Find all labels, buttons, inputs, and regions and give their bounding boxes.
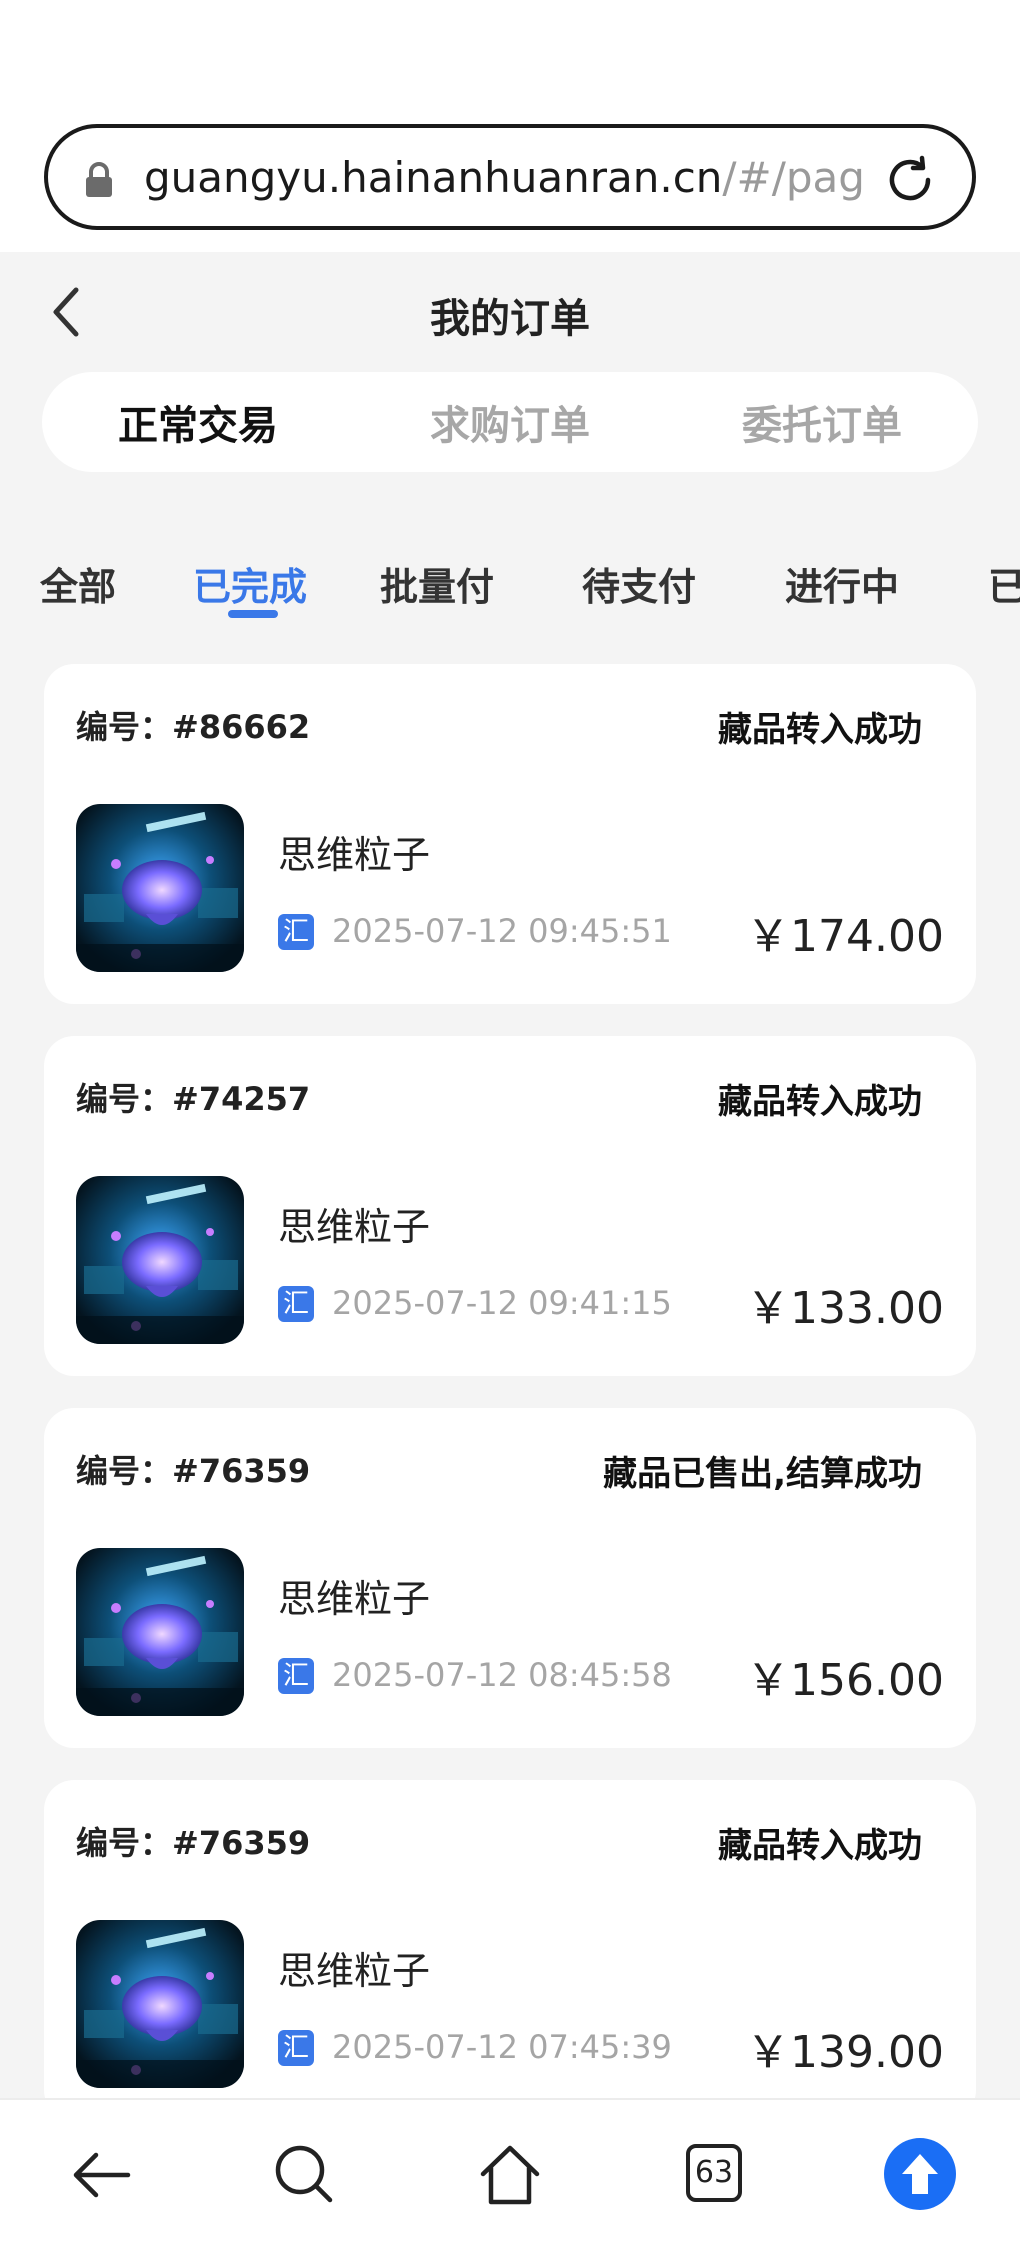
order-time: 2025-07-12 09:41:15 <box>332 1284 672 1322</box>
address-bar[interactable]: guangyu.hainanhuanran.cn/#/pages <box>44 124 976 230</box>
url-text: guangyu.hainanhuanran.cn/#/pages <box>144 152 864 204</box>
tab-normal-trade[interactable]: 正常交易 <box>42 372 354 472</box>
lock-icon <box>86 162 112 197</box>
tab-batch-pay[interactable]: 批量付 <box>380 556 494 611</box>
order-status: 藏品转入成功 <box>718 1826 922 1866</box>
order-number: 编号：#74257 <box>76 1080 311 1118</box>
tab-more[interactable]: 已 <box>988 556 1020 611</box>
order-time: 2025-07-12 08:45:58 <box>332 1656 672 1694</box>
order-card[interactable]: 编号：#76359 藏品转入成功 思维粒子 汇 2025-07-12 07:45… <box>44 1780 976 2120</box>
tab-purchase-orders[interactable]: 求购订单 <box>354 372 666 472</box>
home-icon[interactable] <box>475 2140 545 2210</box>
order-price: ￥133.00 <box>746 1283 944 1334</box>
order-price: ￥156.00 <box>746 1655 944 1706</box>
order-time: 2025-07-12 07:45:39 <box>332 2028 672 2066</box>
tab-consignment-orders[interactable]: 委托订单 <box>666 372 978 472</box>
order-price: ￥174.00 <box>746 911 944 962</box>
order-number: 编号：#76359 <box>76 1452 311 1490</box>
page-title: 我的订单 <box>430 296 590 342</box>
order-status: 藏品转入成功 <box>718 1082 922 1122</box>
tab-in-progress[interactable]: 进行中 <box>785 556 899 611</box>
tab-all[interactable]: 全部 <box>40 556 116 611</box>
item-thumbnail <box>76 1920 244 2088</box>
page-header: 我的订单 <box>0 252 1020 372</box>
url-domain: guangyu.hainanhuanran.cn <box>144 153 723 202</box>
order-card[interactable]: 编号：#76359 藏品已售出,结算成功 思维粒子 汇 2025-07-12 0… <box>44 1408 976 1748</box>
browser-bottom-nav: 63 <box>0 2098 1020 2250</box>
order-card[interactable]: 编号：#86662 藏品转入成功 思维粒子 汇 2025-07-12 09:45… <box>44 664 976 1004</box>
back-icon[interactable] <box>68 2140 138 2210</box>
upload-arrow-icon[interactable] <box>882 2136 958 2212</box>
order-number: 编号：#86662 <box>76 708 311 746</box>
reload-icon[interactable] <box>882 152 938 208</box>
order-price: ￥139.00 <box>746 2027 944 2078</box>
item-name: 思维粒子 <box>278 1949 431 1993</box>
status-filter-tabs: 全部 已完成 批量付 待支付 进行中 已 <box>0 540 1020 620</box>
order-type-tabs: 正常交易 求购订单 委托订单 <box>42 372 978 472</box>
order-status: 藏品已售出,结算成功 <box>603 1454 922 1494</box>
order-status: 藏品转入成功 <box>718 710 922 750</box>
item-name: 思维粒子 <box>278 833 431 877</box>
order-card[interactable]: 编号：#74257 藏品转入成功 思维粒子 汇 2025-07-12 09:41… <box>44 1036 976 1376</box>
search-icon[interactable] <box>270 2140 340 2210</box>
active-tab-indicator <box>228 610 278 618</box>
payment-method-icon: 汇 <box>278 914 314 950</box>
tabs-count-button[interactable]: 63 <box>686 2144 742 2202</box>
item-name: 思维粒子 <box>278 1205 431 1249</box>
url-path: /#/pages <box>722 153 864 202</box>
item-name: 思维粒子 <box>278 1577 431 1621</box>
item-thumbnail <box>76 804 244 972</box>
order-time: 2025-07-12 09:45:51 <box>332 912 672 950</box>
payment-method-icon: 汇 <box>278 1658 314 1694</box>
tab-completed[interactable]: 已完成 <box>193 556 307 611</box>
browser-toolbar: guangyu.hainanhuanran.cn/#/pages <box>0 0 1020 252</box>
tab-pending-payment[interactable]: 待支付 <box>582 556 696 611</box>
payment-method-icon: 汇 <box>278 2030 314 2066</box>
item-thumbnail <box>76 1548 244 1716</box>
payment-method-icon: 汇 <box>278 1286 314 1322</box>
item-thumbnail <box>76 1176 244 1344</box>
order-number: 编号：#76359 <box>76 1824 311 1862</box>
